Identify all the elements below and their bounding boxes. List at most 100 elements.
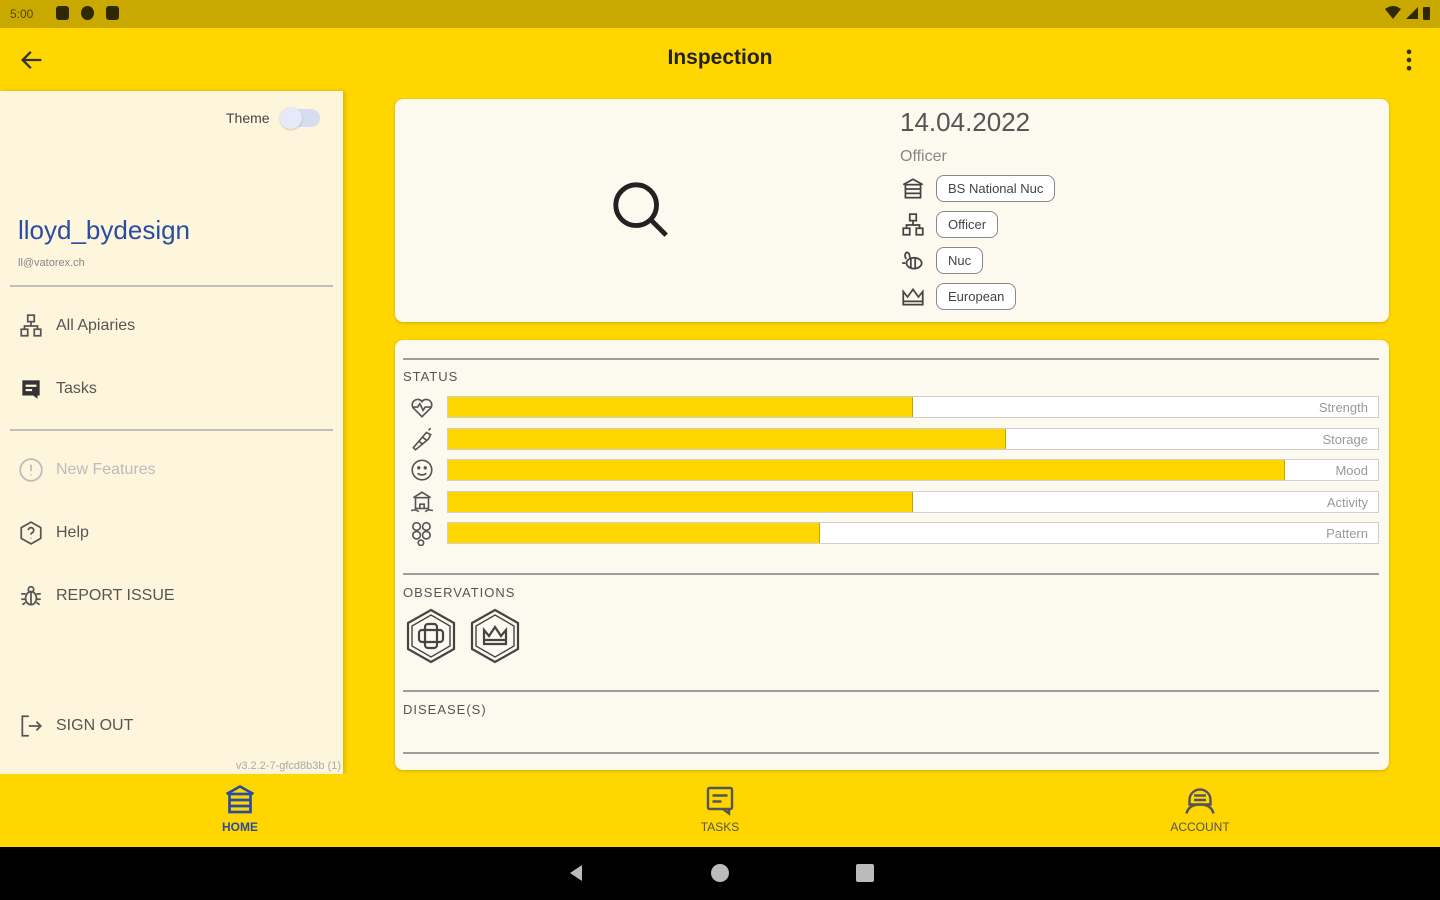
mood-icon	[411, 459, 433, 481]
bar-label: Strength	[1318, 400, 1368, 415]
system-home-icon[interactable]	[710, 863, 730, 883]
beekeeper-icon	[1185, 788, 1215, 814]
apiary-icon	[902, 177, 924, 199]
divider	[10, 285, 333, 287]
bottom-nav-tasks[interactable]: TASKS	[660, 782, 780, 834]
status-row-storage: Storage	[409, 426, 1379, 452]
hive-icon	[902, 212, 924, 236]
bottom-nav-home[interactable]: HOME	[180, 782, 300, 834]
more-options-icon[interactable]	[1402, 46, 1416, 74]
bar-label: Storage	[1322, 432, 1368, 447]
storage-icon	[412, 427, 432, 451]
bar-label: Mood	[1335, 463, 1368, 478]
status-row-pattern: Pattern	[409, 520, 1379, 546]
bottom-nav-label: ACCOUNT	[1170, 820, 1230, 834]
theme-row: Theme	[226, 107, 320, 129]
observations-list	[405, 608, 521, 664]
hive-group-icon	[20, 314, 42, 337]
section-divider	[403, 752, 1379, 754]
notification-icon	[106, 6, 119, 20]
brood-frame-icon[interactable]	[405, 608, 457, 664]
help-icon	[20, 521, 42, 545]
system-indicators	[1385, 6, 1430, 20]
signal-icon	[1406, 7, 1418, 19]
chip-row-apiary: BS National Nuc	[900, 175, 1056, 202]
chip-row-hive: Officer	[900, 211, 999, 238]
status-section-title: STATUS	[403, 369, 459, 384]
drawer-item-sign-out[interactable]: SIGN OUT	[18, 711, 133, 741]
queen-race-chip[interactable]: European	[936, 283, 1017, 310]
drawer-item-label: SIGN OUT	[56, 717, 134, 734]
system-recents-icon[interactable]	[855, 863, 875, 883]
tasks-icon	[706, 786, 734, 816]
bar-fill	[448, 429, 1006, 449]
drawer-item-tasks[interactable]: Tasks	[18, 374, 97, 404]
hive-type-chip[interactable]: Nuc	[936, 247, 984, 274]
user-name: lloyd_bydesign	[18, 215, 191, 245]
notification-icons	[56, 6, 119, 20]
app-bar: Inspection	[0, 28, 1440, 92]
divider	[10, 429, 333, 431]
wifi-icon	[1385, 6, 1401, 19]
section-divider	[403, 573, 1379, 575]
theme-toggle[interactable]	[279, 107, 320, 129]
toggle-knob	[279, 107, 302, 129]
status-row-activity: Activity	[409, 489, 1379, 515]
activity-bar[interactable]: Activity	[447, 491, 1379, 513]
chip-row-queen: European	[900, 283, 1017, 310]
inspection-role: Officer	[900, 148, 947, 165]
queen-seen-icon[interactable]	[469, 608, 521, 664]
navigation-drawer: Theme lloyd_bydesign ll@vatorex.ch All A…	[0, 91, 343, 774]
inspection-date: 14.04.2022	[900, 107, 1031, 137]
drawer-item-help[interactable]: Help	[18, 518, 89, 548]
drawer-item-label: Tasks	[56, 380, 97, 397]
new-features-icon	[19, 458, 43, 482]
user-email: ll@vatorex.ch	[18, 257, 85, 269]
drawer-item-report-issue[interactable]: REPORT ISSUE	[18, 581, 175, 611]
bee-icon	[902, 250, 923, 269]
drawer-item-label: All Apiaries	[56, 317, 136, 334]
battery-icon	[1423, 6, 1430, 20]
bar-fill	[448, 397, 913, 417]
home-hive-icon	[225, 784, 255, 814]
status-time: 5:00	[10, 7, 34, 21]
tasks-icon	[22, 380, 40, 399]
theme-label: Theme	[226, 110, 270, 126]
drawer-item-label: Help	[56, 524, 89, 541]
drawer-item-new-features[interactable]: New Features	[18, 455, 156, 485]
notification-icon	[56, 6, 69, 20]
pattern-icon	[411, 521, 431, 546]
observations-section-title: OBSERVATIONS	[403, 585, 516, 600]
bug-icon	[21, 585, 41, 606]
apiary-chip[interactable]: BS National Nuc	[936, 175, 1056, 202]
drawer-item-label: REPORT ISSUE	[56, 587, 175, 604]
drawer-item-label: New Features	[56, 461, 156, 478]
system-back-icon[interactable]	[566, 863, 586, 883]
drawer-item-all-apiaries[interactable]: All Apiaries	[18, 311, 135, 341]
bar-fill	[448, 460, 1285, 480]
inspection-summary-card: 14.04.2022 Officer BS National Nuc Offic…	[395, 99, 1389, 322]
search-icon[interactable]	[610, 179, 672, 241]
page-title: Inspection	[667, 46, 773, 69]
queen-crown-icon	[902, 287, 924, 305]
section-divider	[403, 358, 1379, 360]
app-version: v3.2.2-7-gfcd8b3b (1)	[235, 760, 341, 772]
section-divider	[403, 690, 1379, 692]
diseases-section-title: DISEASE(S)	[403, 702, 487, 717]
status-bar: 5:00	[0, 0, 1440, 28]
hive-chip[interactable]: Officer	[936, 211, 999, 238]
status-row-mood: Mood	[409, 457, 1379, 483]
bar-fill	[448, 523, 820, 543]
notification-icon	[81, 6, 94, 20]
bottom-nav-label: TASKS	[700, 820, 740, 834]
bottom-navigation: HOME TASKS ACCOUNT	[0, 774, 1440, 847]
storage-bar[interactable]: Storage	[447, 428, 1379, 450]
chip-row-type: Nuc	[900, 247, 984, 274]
bottom-nav-label: HOME	[222, 820, 258, 834]
sign-out-icon	[21, 715, 42, 737]
pattern-bar[interactable]: Pattern	[447, 522, 1379, 544]
activity-icon	[410, 491, 434, 513]
strength-bar[interactable]: Strength	[447, 396, 1379, 418]
mood-bar[interactable]: Mood	[447, 459, 1379, 481]
bottom-nav-account[interactable]: ACCOUNT	[1140, 782, 1260, 834]
